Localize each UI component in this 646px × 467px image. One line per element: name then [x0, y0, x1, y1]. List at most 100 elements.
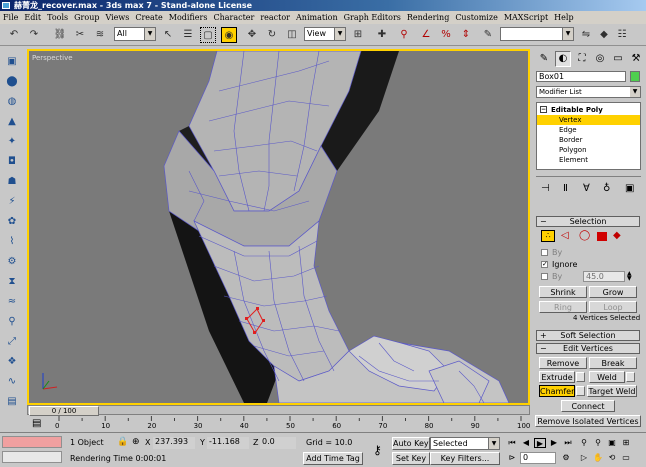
by-vertex-checkbox[interactable]: [541, 249, 548, 256]
time-slider-knob[interactable]: 0 / 100: [29, 406, 99, 416]
create-cylinder-icon[interactable]: ⬤: [4, 74, 20, 90]
show-end-result-icon[interactable]: Ⅱ: [563, 183, 568, 194]
pin-stack-icon[interactable]: ⊣: [541, 183, 550, 194]
undo-icon[interactable]: ↶: [6, 27, 22, 43]
angle-value-input[interactable]: 45.0: [583, 271, 625, 282]
break-button[interactable]: Break: [589, 357, 637, 369]
menu-edit[interactable]: Edit: [21, 11, 44, 24]
display-tab-icon[interactable]: ▭: [611, 52, 625, 66]
ignore-backfacing-checkbox[interactable]: ✓: [541, 261, 548, 268]
modifier-skin-icon[interactable]: ❖: [4, 354, 20, 370]
modifier-list-dropdown[interactable]: Modifier List ▼: [536, 86, 641, 98]
percent-snap-icon[interactable]: %: [438, 27, 454, 43]
spinner-snap-icon[interactable]: ⇕: [458, 27, 474, 43]
selection-rollout-header[interactable]: − Selection: [536, 216, 640, 227]
chamfer-settings-icon[interactable]: [576, 386, 585, 396]
z-coord-field[interactable]: 0.0: [260, 437, 296, 449]
modifier-ffd-icon[interactable]: ⚲: [4, 314, 20, 330]
create-light-icon[interactable]: ✦: [4, 134, 20, 150]
edit-vertices-rollout-header[interactable]: − Edit Vertices: [536, 343, 640, 354]
next-frame-icon[interactable]: ▶: [548, 438, 560, 448]
modifier-stack[interactable]: − Editable Poly Vertex Edge Border Polyg…: [536, 102, 641, 170]
connect-button[interactable]: Connect: [561, 400, 615, 412]
edge-level-icon[interactable]: ◁: [561, 230, 569, 241]
modifier-wave-icon[interactable]: ∿: [4, 374, 20, 390]
menu-graph-editors[interactable]: Graph Editors: [341, 11, 404, 24]
fov-icon[interactable]: ▷: [578, 453, 590, 463]
maxscript-listener-mini[interactable]: [2, 436, 62, 448]
reference-coord-dropdown[interactable]: View ▼: [304, 27, 346, 41]
play-icon[interactable]: ▶: [534, 438, 546, 448]
key-filters-button[interactable]: Key Filters...: [430, 452, 500, 465]
menu-maxscript[interactable]: MAXScript: [501, 11, 551, 24]
absolute-mode-icon[interactable]: ⊕: [132, 437, 140, 447]
by-angle-checkbox[interactable]: [541, 273, 548, 280]
align-icon[interactable]: ◆: [596, 27, 612, 43]
remove-modifier-icon[interactable]: ♁: [603, 183, 610, 194]
modifier-stretch-icon[interactable]: ⤢: [4, 334, 20, 350]
selection-filter-dropdown[interactable]: All ▼: [114, 27, 156, 41]
menu-animation[interactable]: Animation: [293, 11, 341, 24]
modifier-taper-icon[interactable]: ⧗: [4, 274, 20, 290]
select-object-icon[interactable]: ↖: [160, 27, 176, 43]
object-name-input[interactable]: Box01: [536, 71, 626, 82]
select-rotate-icon[interactable]: ↻: [264, 27, 280, 43]
hierarchy-tab-icon[interactable]: ⛶: [575, 52, 589, 66]
loop-button[interactable]: Loop: [589, 301, 637, 313]
select-move-icon[interactable]: ✥: [244, 27, 260, 43]
zoom-all-icon[interactable]: ⚲: [592, 438, 604, 448]
modifier-twist-icon[interactable]: ⚙: [4, 254, 20, 270]
soft-selection-rollout-header[interactable]: + Soft Selection: [536, 330, 640, 341]
go-to-start-icon[interactable]: ⏮: [506, 438, 518, 448]
menu-modifiers[interactable]: Modifiers: [166, 11, 211, 24]
lock-selection-icon[interactable]: 🔒: [117, 437, 128, 447]
go-to-end-icon[interactable]: ⏭: [562, 438, 574, 448]
snap-icon[interactable]: ⚲: [396, 27, 412, 43]
create-helper-icon[interactable]: ☗: [4, 174, 20, 190]
time-slider[interactable]: 0 / 100: [27, 405, 530, 416]
create-cone-icon[interactable]: ▲: [4, 114, 20, 130]
select-by-name-icon[interactable]: ☰: [180, 27, 196, 43]
mirror-icon[interactable]: ⇋: [578, 27, 594, 43]
select-link-icon[interactable]: ⛓: [52, 27, 68, 43]
angle-snap-icon[interactable]: ∠: [418, 27, 434, 43]
motion-tab-icon[interactable]: ◎: [593, 52, 607, 66]
menu-reactor[interactable]: reactor: [257, 11, 293, 24]
pan-icon[interactable]: ✋: [592, 453, 604, 463]
bind-space-warp-icon[interactable]: ≋: [92, 27, 108, 43]
make-unique-icon[interactable]: ∀: [583, 183, 590, 194]
set-key-icon[interactable]: ⚷: [373, 443, 382, 457]
perspective-viewport[interactable]: Perspective: [27, 49, 530, 405]
stack-item-vertex[interactable]: Vertex: [537, 115, 640, 125]
track-bar[interactable]: 0 10 20 30 40 50 60 70 80 90 100: [27, 416, 530, 432]
border-level-icon[interactable]: ◯: [579, 230, 590, 241]
set-key-button[interactable]: Set Key: [392, 452, 430, 465]
extrude-settings-icon[interactable]: [576, 372, 585, 382]
select-scale-icon[interactable]: ◫: [284, 27, 300, 43]
stack-item-polygon[interactable]: Polygon: [537, 145, 640, 155]
time-config-icon[interactable]: ⚙: [560, 453, 572, 463]
redo-icon[interactable]: ↷: [26, 27, 42, 43]
create-spacewarp-icon[interactable]: ⚡: [4, 194, 20, 210]
track-bar-menu-icon[interactable]: ▤: [32, 418, 41, 429]
chamfer-button[interactable]: Chamfer: [539, 385, 575, 397]
arc-rotate-icon[interactable]: ⟲: [606, 453, 618, 463]
viewport-label[interactable]: Perspective: [32, 54, 73, 62]
curve-editor-icon[interactable]: ☷: [614, 27, 630, 43]
manipulate-icon[interactable]: ✚: [374, 27, 390, 43]
menu-group[interactable]: Group: [71, 11, 102, 24]
menu-rendering[interactable]: Rendering: [404, 11, 452, 24]
remove-button[interactable]: Remove: [539, 357, 587, 369]
menu-help[interactable]: Help: [551, 11, 576, 24]
previous-frame-icon[interactable]: ◀: [520, 438, 532, 448]
named-selection-icon[interactable]: ✎: [480, 27, 496, 43]
collapse-icon[interactable]: −: [540, 106, 547, 113]
zoom-extents-icon[interactable]: ▣: [606, 438, 618, 448]
modify-tab-icon[interactable]: ◐: [555, 51, 571, 67]
create-system-icon[interactable]: ✿: [4, 214, 20, 230]
zoom-icon[interactable]: ⚲: [578, 438, 590, 448]
ring-button[interactable]: Ring: [539, 301, 587, 313]
remove-isolated-vertices-button[interactable]: Remove Isolated Vertices: [535, 415, 641, 427]
extrude-button[interactable]: Extrude: [539, 371, 575, 383]
modifier-bend-icon[interactable]: ⌇: [4, 234, 20, 250]
